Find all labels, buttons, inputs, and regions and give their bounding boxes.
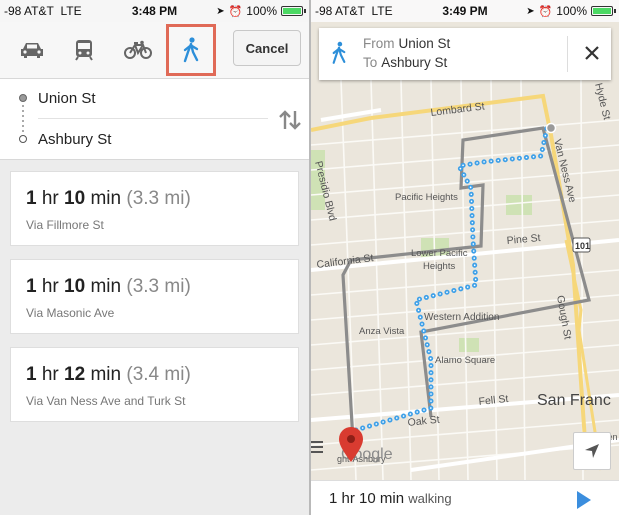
start-navigation-button[interactable] <box>577 491 591 509</box>
location-icon: ➤ <box>526 5 535 17</box>
to-value: Ashbury St <box>381 55 448 70</box>
map-label: Alamo Square <box>435 355 495 366</box>
hours-unit: hr <box>41 276 59 297</box>
swap-icon <box>279 110 301 130</box>
status-bar: -98 AT&T LTE 3:48 PM ➤ ⏰ 100% <box>0 0 309 22</box>
destination-dot-icon <box>19 135 27 143</box>
route-start-marker <box>545 122 557 134</box>
origin-text: Union St <box>38 90 96 107</box>
route-via: Via Van Ness Ave and Turk St <box>26 394 186 408</box>
to-label: To <box>363 55 378 70</box>
route-distance: (3.3 mi) <box>126 188 191 209</box>
status-bar: -98 AT&T LTE 3:49 PM ➤ ⏰ 100% <box>311 0 619 22</box>
from-row[interactable]: From Union St <box>363 36 450 51</box>
route-via: Via Fillmore St <box>26 218 104 232</box>
park-area <box>506 195 532 215</box>
route-summary-bar[interactable]: 1 hr 10 min walking <box>311 480 619 515</box>
destination-text: Ashbury St <box>38 131 112 148</box>
route-option-card[interactable]: 1 hr 10 min (3.3 mi) Via Fillmore St <box>10 171 299 246</box>
map-menu-button[interactable] <box>311 440 325 456</box>
map-label: San Franc <box>537 392 611 409</box>
route-hours: 1 <box>26 276 37 297</box>
alarm-icon: ⏰ <box>538 5 553 18</box>
divider <box>567 36 568 72</box>
minutes-unit: min <box>90 276 122 297</box>
hours-unit: hr <box>41 188 59 209</box>
transit-mode-button[interactable] <box>64 30 104 70</box>
divider <box>38 118 268 119</box>
car-icon <box>21 43 43 58</box>
directions-panel: From Union St To Ashbury St <box>319 28 611 80</box>
route-input-panel: Union St Ashbury St <box>0 79 309 160</box>
walk-mode-button[interactable] <box>166 24 216 76</box>
route-distance: (3.4 mi) <box>126 364 191 385</box>
cancel-button[interactable]: Cancel <box>233 30 301 66</box>
from-value: Union St <box>398 36 451 51</box>
my-location-button[interactable] <box>573 432 611 470</box>
alarm-icon: ⏰ <box>228 5 243 18</box>
close-icon <box>585 46 599 60</box>
origin-field[interactable]: Union St <box>0 79 260 117</box>
origin-dot-icon <box>19 94 27 102</box>
minutes-unit: min <box>90 188 122 209</box>
walk-icon <box>332 41 346 64</box>
route-minutes: 10 <box>64 188 86 209</box>
battery-percent: 100% <box>556 4 587 18</box>
battery-percent: 100% <box>246 4 277 18</box>
location-arrow-icon <box>585 444 599 458</box>
bike-mode-button[interactable] <box>118 30 158 70</box>
route-minutes: 10 <box>64 276 86 297</box>
walk-icon <box>183 37 199 63</box>
park-area <box>459 338 479 352</box>
hours-unit: hr <box>41 364 59 385</box>
location-icon: ➤ <box>216 5 225 17</box>
route-mode: walking <box>408 491 452 506</box>
car-mode-button[interactable] <box>12 30 52 70</box>
close-button[interactable] <box>581 42 603 64</box>
route-options-screen: -98 AT&T LTE 3:48 PM ➤ ⏰ 100% Cancel Uni… <box>0 0 309 515</box>
transit-icon <box>75 40 93 61</box>
map-screen: Lombard St Van Ness Ave Hyde St Presidio… <box>311 0 619 515</box>
swap-button[interactable] <box>278 109 302 131</box>
route-hours: 1 <box>26 364 37 385</box>
battery-icon <box>591 6 616 16</box>
map-label: Western Addition <box>424 312 499 323</box>
map-label: Pacific Heights <box>395 192 458 203</box>
route-minutes: 12 <box>64 364 86 385</box>
route-duration: 1 hr 10 min <box>329 490 405 507</box>
menu-icon <box>311 441 323 453</box>
to-row[interactable]: To Ashbury St <box>363 55 447 70</box>
destination-field[interactable]: Ashbury St <box>0 120 260 158</box>
route-option-card[interactable]: 1 hr 12 min (3.4 mi) Via Van Ness Ave an… <box>10 347 299 422</box>
route-option-card[interactable]: 1 hr 10 min (3.3 mi) Via Masonic Ave <box>10 259 299 334</box>
map-label: Lower Pacific <box>411 248 468 259</box>
route-hours: 1 <box>26 188 37 209</box>
highway-number: 101 <box>575 241 590 251</box>
map-label: Anza Vista <box>359 326 405 337</box>
from-label: From <box>363 36 395 51</box>
bike-icon <box>124 40 152 59</box>
route-via: Via Masonic Ave <box>26 306 115 320</box>
route-distance: (3.3 mi) <box>126 276 191 297</box>
map-label: Heights <box>423 261 455 272</box>
battery-icon <box>281 6 306 16</box>
minutes-unit: min <box>90 364 122 385</box>
travel-mode-bar: Cancel <box>0 22 309 79</box>
